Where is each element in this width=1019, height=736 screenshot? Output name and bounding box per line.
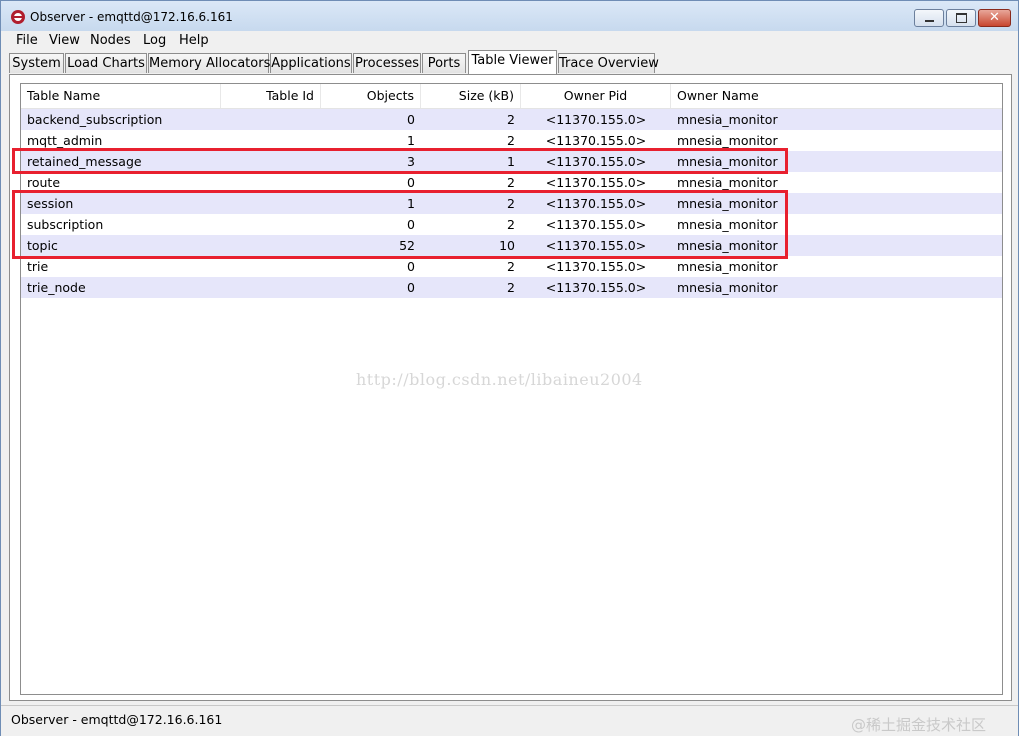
menu-help[interactable]: Help — [179, 33, 209, 48]
column-header-owner-pid[interactable]: Owner Pid — [521, 84, 671, 108]
menu-view[interactable]: View — [49, 33, 80, 48]
close-button[interactable]: ✕ — [978, 9, 1011, 27]
cell-owner-pid: <11370.155.0> — [545, 280, 647, 295]
maximize-icon — [955, 13, 967, 23]
column-header-objects[interactable]: Objects — [321, 84, 421, 108]
tab-system[interactable]: System — [9, 53, 64, 73]
corner-watermark: @稀土掘金技术社区 — [851, 716, 987, 734]
minimize-button[interactable] — [914, 9, 944, 27]
window-title: Observer - emqttd@172.16.6.161 — [30, 10, 233, 24]
maximize-button[interactable] — [946, 9, 976, 27]
tab-table-viewer[interactable]: Table Viewer — [468, 50, 557, 74]
title-bar[interactable]: Observer - emqttd@172.16.6.161 ✕ — [1, 1, 1018, 31]
table-row[interactable]: trie_node 0 2 <11370.155.0> mnesia_monit… — [21, 277, 1002, 298]
table-header: Table Name Table Id Objects Size (kB) Ow… — [21, 84, 1002, 109]
observer-window: Observer - emqttd@172.16.6.161 ✕ File Vi… — [0, 0, 1019, 736]
cell-owner-name: mnesia_monitor — [677, 112, 778, 127]
menu-nodes[interactable]: Nodes — [90, 33, 131, 48]
tab-memory-allocators[interactable]: Memory Allocators — [148, 53, 270, 73]
blog-watermark: http://blog.csdn.net/libaineu2004 — [356, 370, 643, 389]
close-icon: ✕ — [989, 10, 1000, 25]
column-header-table-name[interactable]: Table Name — [21, 84, 221, 108]
column-header-owner-name[interactable]: Owner Name — [671, 84, 1002, 108]
status-bar: Observer - emqttd@172.16.6.161 @稀土掘金技术社区 — [1, 705, 1018, 736]
cell-objects: 0 — [407, 280, 415, 295]
cell-owner-pid: <11370.155.0> — [545, 112, 647, 127]
table-list[interactable]: Table Name Table Id Objects Size (kB) Ow… — [20, 83, 1003, 695]
column-header-size[interactable]: Size (kB) — [421, 84, 521, 108]
cell-objects: 0 — [407, 259, 415, 274]
table-row[interactable]: trie 0 2 <11370.155.0> mnesia_monitor — [21, 256, 1002, 277]
menu-bar: File View Nodes Log Help — [1, 31, 1018, 51]
tab-ports[interactable]: Ports — [422, 53, 466, 73]
cell-size: 2 — [507, 280, 515, 295]
column-header-table-id[interactable]: Table Id — [221, 84, 321, 108]
menu-file[interactable]: File — [16, 33, 38, 48]
cell-objects: 0 — [407, 112, 415, 127]
highlight-box-retained — [12, 148, 788, 174]
tab-applications[interactable]: Applications — [270, 53, 352, 73]
tab-processes[interactable]: Processes — [353, 53, 421, 73]
tab-trace-overview[interactable]: Trace Overview — [558, 53, 659, 73]
highlight-box-session-topic — [12, 190, 788, 259]
cell-table-id — [221, 277, 321, 298]
menu-log[interactable]: Log — [143, 33, 166, 48]
erlang-app-icon — [11, 10, 25, 24]
cell-size: 2 — [507, 259, 515, 274]
cell-table-id — [221, 256, 321, 277]
status-text: Observer - emqttd@172.16.6.161 — [11, 712, 223, 727]
cell-table-name: trie_node — [27, 280, 86, 295]
minimize-icon — [924, 20, 934, 22]
tab-load-charts[interactable]: Load Charts — [65, 53, 147, 73]
cell-size: 2 — [507, 112, 515, 127]
cell-table-id — [221, 109, 321, 130]
cell-owner-name: mnesia_monitor — [677, 259, 778, 274]
table-row[interactable]: backend_subscription 0 2 <11370.155.0> m… — [21, 109, 1002, 130]
cell-owner-pid: <11370.155.0> — [545, 259, 647, 274]
cell-owner-name: mnesia_monitor — [677, 280, 778, 295]
cell-table-name: backend_subscription — [27, 112, 163, 127]
cell-table-name: trie — [27, 259, 49, 274]
